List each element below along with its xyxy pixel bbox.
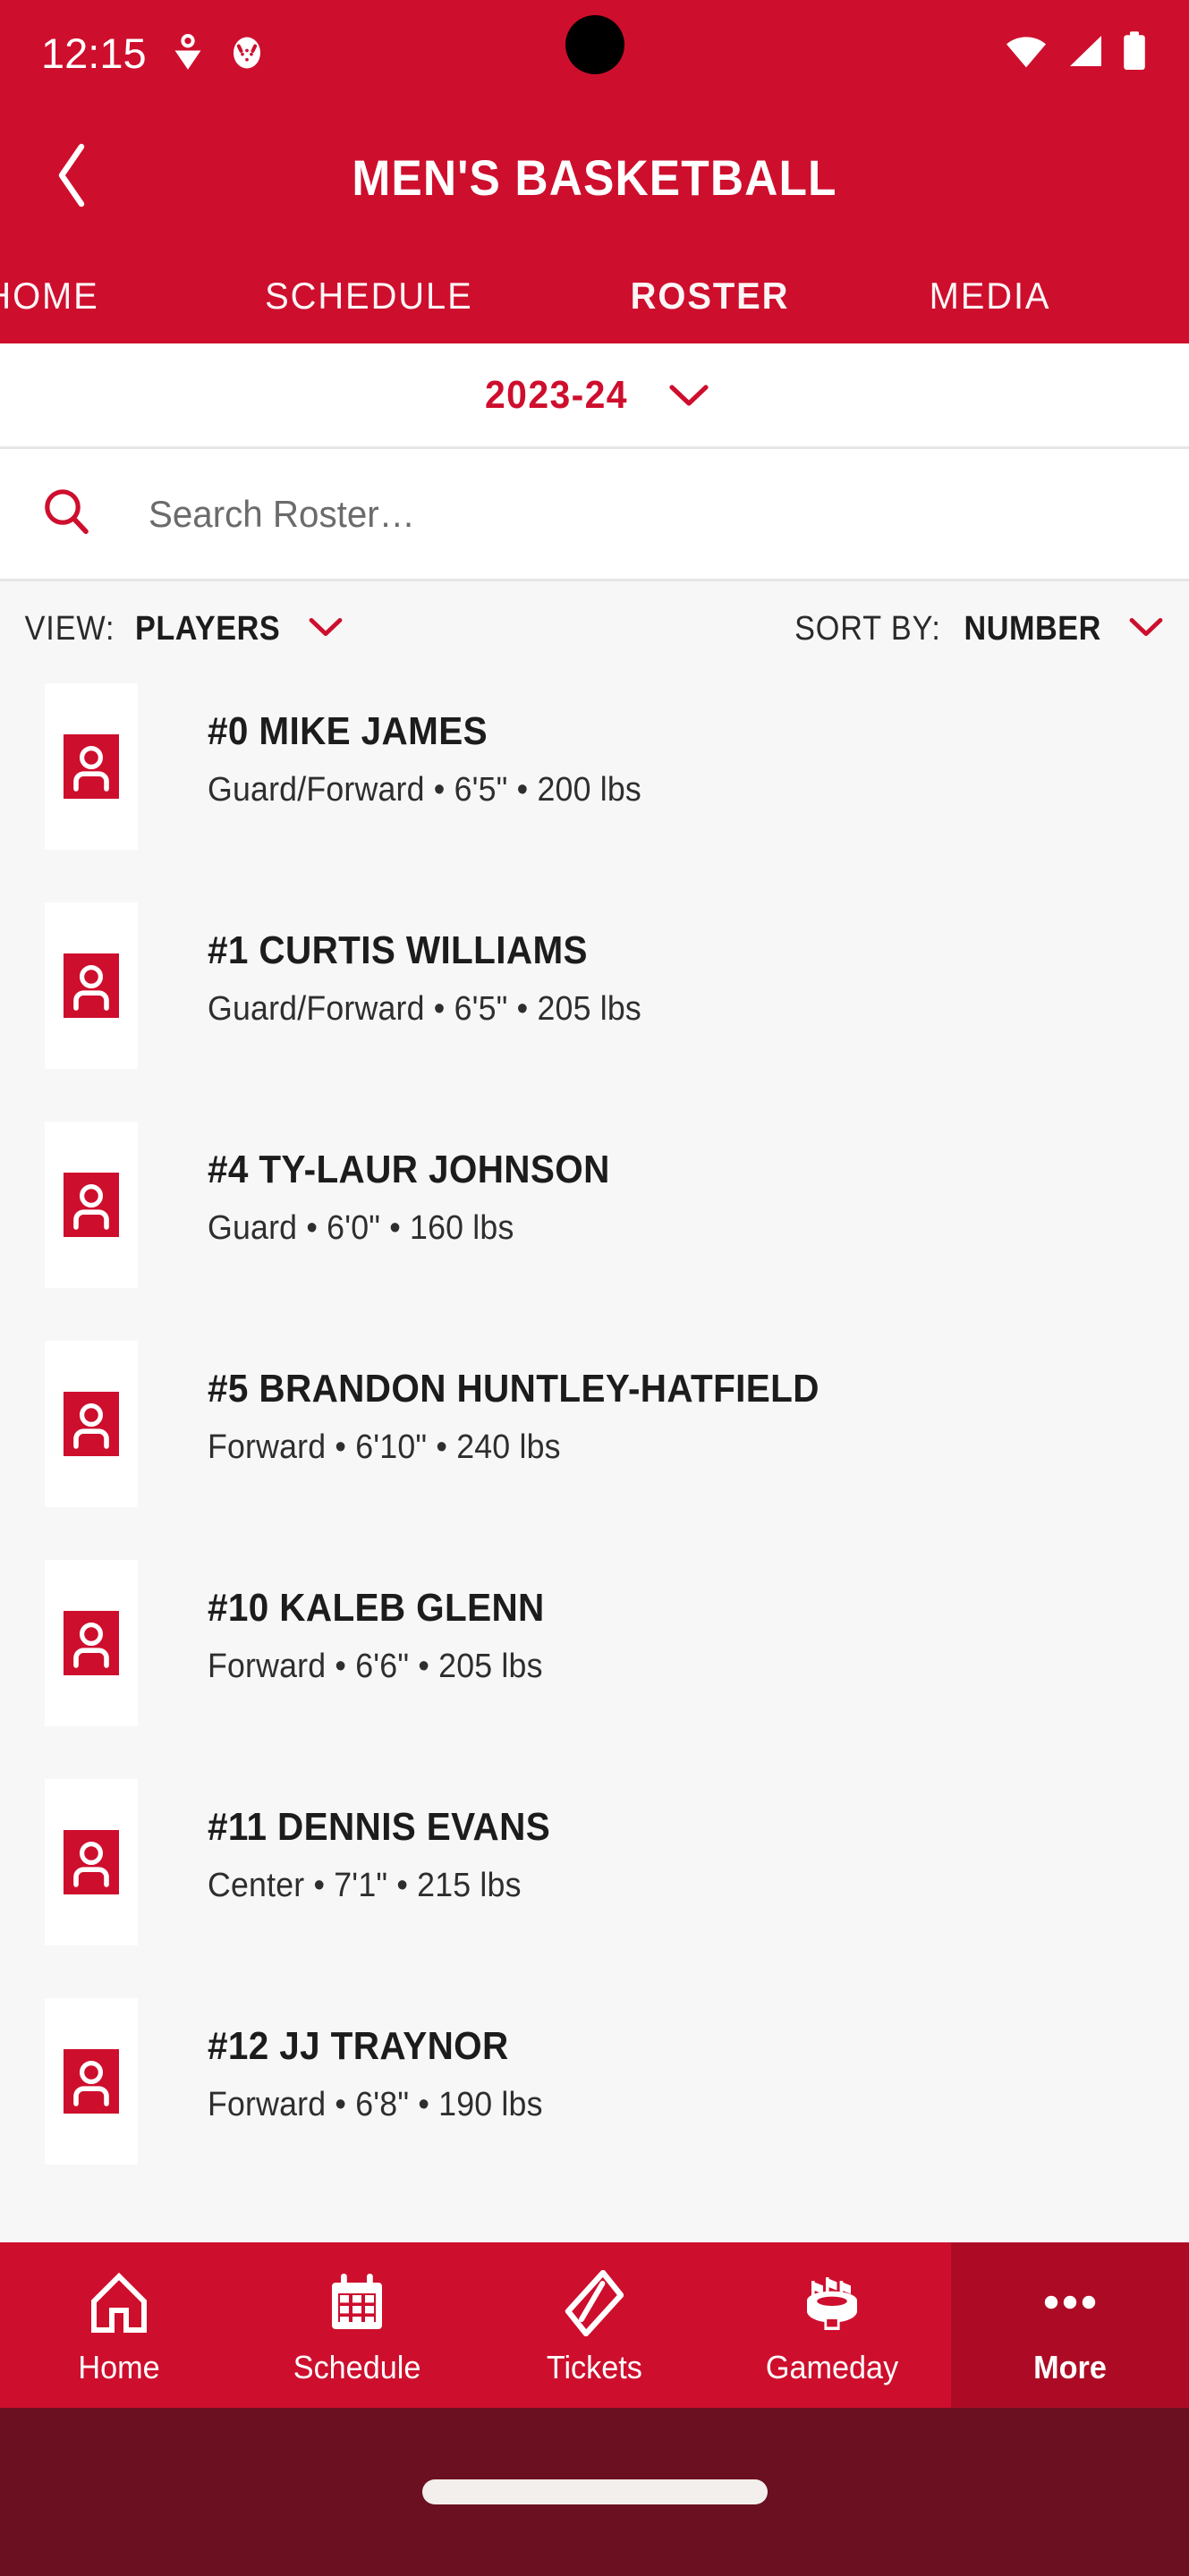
- player-meta: Guard/Forward • 6'5" • 200 lbs: [208, 771, 641, 809]
- search-icon: [41, 486, 91, 542]
- nav-label-more: More: [1033, 2348, 1107, 2385]
- person-placeholder-icon: [64, 1392, 119, 1456]
- app-screen: 12:15 MEN'S BASKETBALL OME SCHEDULE ROST…: [0, 0, 1189, 2576]
- roster-list: #0 MIKE JAMES Guard/Forward • 6'5" • 200 …: [0, 676, 1189, 2210]
- player-info: #4 TY-LAUR JOHNSON Guard • 6'0" • 160 lbs: [208, 1114, 645, 1248]
- player-avatar: [45, 902, 138, 1069]
- season-value: 2023-24: [484, 372, 628, 417]
- player-info: #0 MIKE JAMES Guard/Forward • 6'5" • 200 …: [208, 676, 669, 809]
- nav-item-home[interactable]: Home: [0, 2242, 238, 2408]
- player-avatar: [45, 1779, 138, 1945]
- app-badge-icon: [229, 33, 265, 72]
- player-avatar: [45, 1122, 138, 1288]
- tab-schedule[interactable]: SCHEDULE: [265, 275, 472, 318]
- bottom-navigation: Home Schedule Tickets Gameday More: [0, 2242, 1189, 2408]
- nav-item-more[interactable]: More: [951, 2242, 1189, 2408]
- sort-filter-value: NUMBER: [964, 609, 1101, 648]
- person-placeholder-icon: [64, 734, 119, 799]
- player-avatar: [45, 1998, 138, 2165]
- nav-label-home: Home: [78, 2348, 160, 2385]
- status-bar-right: [1003, 30, 1148, 76]
- person-placeholder-icon: [64, 953, 119, 1018]
- player-avatar: [45, 683, 138, 850]
- camera-cutout: [565, 15, 624, 74]
- nav-label-gameday: Gameday: [766, 2348, 899, 2385]
- player-meta: Forward • 6'6" • 205 lbs: [208, 1648, 543, 1686]
- roster-player-row[interactable]: #11 DENNIS EVANS Center • 7'1" • 215 lbs: [0, 1772, 1189, 1991]
- player-meta: Center • 7'1" • 215 lbs: [208, 1867, 522, 1905]
- player-meta: Guard • 6'0" • 160 lbs: [208, 1209, 514, 1248]
- search-bar[interactable]: [0, 449, 1189, 581]
- nav-item-tickets[interactable]: Tickets: [476, 2242, 714, 2408]
- player-info: #10 KALEB GLENN Forward • 6'6" • 205 lbs: [208, 1553, 573, 1686]
- player-info: #1 CURTIS WILLIAMS Guard/Forward • 6'5" •…: [208, 895, 669, 1029]
- ticket-icon: [565, 2269, 624, 2336]
- view-filter-value: PLAYERS: [135, 609, 281, 648]
- player-meta: Forward • 6'10" • 240 lbs: [208, 1428, 561, 1467]
- player-name: #12 JJ TRAYNOR: [208, 2024, 509, 2068]
- tab-roster[interactable]: ROSTER: [631, 275, 790, 318]
- view-filter-label: VIEW:: [24, 609, 115, 648]
- status-bar-left: 12:15: [41, 32, 265, 74]
- player-name: #11 DENNIS EVANS: [208, 1805, 551, 1849]
- view-filter[interactable]: VIEW: PLAYERS: [20, 610, 344, 648]
- stadium-icon: [799, 2270, 865, 2336]
- player-name: #10 KALEB GLENN: [208, 1586, 545, 1630]
- cellular-signal-icon: [1064, 31, 1107, 75]
- player-avatar: [45, 1341, 138, 1507]
- player-info: #5 BRANDON HUNTLEY-HATFIELD Forward • 6'1…: [208, 1334, 872, 1467]
- chevron-down-icon: [668, 383, 709, 408]
- person-placeholder-icon: [64, 2049, 119, 2114]
- nav-item-schedule[interactable]: Schedule: [238, 2242, 476, 2408]
- wifi-icon: [1003, 31, 1049, 75]
- sort-filter[interactable]: SORT BY: NUMBER: [786, 610, 1164, 648]
- player-meta: Guard/Forward • 6'5" • 205 lbs: [208, 990, 641, 1029]
- season-selector[interactable]: 2023-24: [0, 343, 1189, 449]
- person-placeholder-icon: [64, 1611, 119, 1675]
- player-name: #5 BRANDON HUNTLEY-HATFIELD: [208, 1367, 820, 1411]
- roster-player-row[interactable]: #5 BRANDON HUNTLEY-HATFIELD Forward • 6'1…: [0, 1334, 1189, 1553]
- filter-bar: VIEW: PLAYERS SORT BY: NUMBER: [0, 581, 1189, 676]
- player-info: #11 DENNIS EVANS Center • 7'1" • 215 lbs: [208, 1772, 580, 1905]
- section-tabs: HOME SCHEDULE ROSTER MEDIA: [0, 249, 1189, 343]
- roster-player-row[interactable]: #12 JJ TRAYNOR Forward • 6'8" • 190 lbs: [0, 1991, 1189, 2210]
- player-name: #0 MIKE JAMES: [208, 709, 488, 753]
- app-header: MEN'S BASKETBALL: [0, 106, 1189, 249]
- roster-player-row[interactable]: #0 MIKE JAMES Guard/Forward • 6'5" • 200 …: [0, 676, 1189, 895]
- player-avatar: [45, 1560, 138, 1726]
- person-placeholder-icon: [64, 1173, 119, 1237]
- roster-player-row[interactable]: #10 KALEB GLENN Forward • 6'6" • 205 lbs: [0, 1553, 1189, 1772]
- player-name: #4 TY-LAUR JOHNSON: [208, 1148, 610, 1191]
- chevron-down-icon: [308, 616, 344, 642]
- status-bar-clock: 12:15: [41, 29, 147, 77]
- person-placeholder-icon: [64, 1830, 119, 1894]
- tab-media[interactable]: MEDIA: [930, 275, 1051, 318]
- player-meta: Forward • 6'8" • 190 lbs: [208, 2086, 543, 2124]
- nav-item-gameday[interactable]: Gameday: [713, 2242, 951, 2408]
- ellipsis-icon: [1038, 2270, 1102, 2336]
- calendar-icon: [326, 2270, 388, 2336]
- roster-player-row[interactable]: #1 CURTIS WILLIAMS Guard/Forward • 6'5" •…: [0, 895, 1189, 1114]
- status-bar: 12:15: [0, 0, 1189, 106]
- system-gesture-bar: [0, 2408, 1189, 2576]
- location-pin-icon: [170, 33, 206, 72]
- player-name: #1 CURTIS WILLIAMS: [208, 928, 588, 972]
- nav-label-schedule: Schedule: [293, 2348, 420, 2385]
- nav-label-tickets: Tickets: [546, 2348, 643, 2385]
- sort-filter-label: SORT BY:: [794, 609, 941, 648]
- chevron-down-icon: [1128, 616, 1164, 642]
- player-info: #12 JJ TRAYNOR Forward • 6'8" • 190 lbs: [208, 1991, 565, 2124]
- search-input[interactable]: [148, 492, 921, 536]
- gesture-handle[interactable]: [421, 2479, 768, 2504]
- roster-player-row[interactable]: #4 TY-LAUR JOHNSON Guard • 6'0" • 160 lbs: [0, 1114, 1189, 1334]
- page-title: MEN'S BASKETBALL: [352, 148, 837, 206]
- tab-home[interactable]: HOME: [0, 275, 99, 318]
- battery-icon: [1121, 30, 1148, 76]
- home-icon: [87, 2270, 151, 2336]
